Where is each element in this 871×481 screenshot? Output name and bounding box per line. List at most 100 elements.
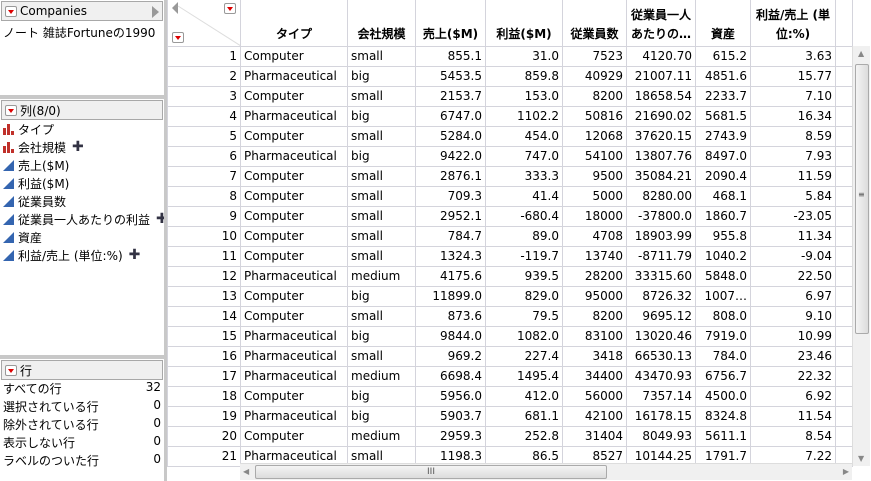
- table-cell[interactable]: 9844.0: [415, 325, 486, 347]
- row-number[interactable]: 13: [167, 285, 241, 307]
- table-cell[interactable]: 31.0: [485, 45, 563, 67]
- table-row[interactable]: 13 Computer big 11899.0 829.0 95000 8726.32 100…: [167, 285, 853, 307]
- table-cell[interactable]: 7.93: [750, 145, 836, 167]
- table-cell[interactable]: 9695.12: [626, 305, 696, 327]
- column-item[interactable]: 売上($M): [3, 156, 69, 174]
- table-cell[interactable]: 5284.0: [415, 125, 486, 147]
- table-cell[interactable]: 681.1: [485, 405, 563, 427]
- table-cell[interactable]: 56000: [562, 385, 627, 407]
- table-row[interactable]: 12 Pharmaceutical medium 4175.6 939.5 28200 33…: [167, 265, 853, 287]
- table-cell[interactable]: 1040.2: [695, 245, 751, 267]
- table-cell[interactable]: 4175.6: [415, 265, 486, 287]
- table-cell[interactable]: 412.0: [485, 385, 563, 407]
- table-cell[interactable]: 12068: [562, 125, 627, 147]
- table-cell[interactable]: 5000: [562, 185, 627, 207]
- table-cell[interactable]: small: [347, 305, 416, 327]
- table-cell[interactable]: 9500: [562, 165, 627, 187]
- table-cell[interactable]: 2233.7: [695, 85, 751, 107]
- table-cell[interactable]: 4120.70: [626, 45, 696, 67]
- table-cell[interactable]: big: [347, 145, 416, 167]
- row-number[interactable]: 12: [167, 265, 241, 287]
- table-cell[interactable]: 41.4: [485, 185, 563, 207]
- table-cell[interactable]: 7.10: [750, 85, 836, 107]
- table-cell[interactable]: 829.0: [485, 285, 563, 307]
- table-menu-dropdown-icon[interactable]: [5, 5, 17, 17]
- table-cell[interactable]: 7919.0: [695, 325, 751, 347]
- table-cell[interactable]: 83100: [562, 325, 627, 347]
- table-cell[interactable]: Computer: [240, 45, 348, 67]
- table-cell[interactable]: small: [347, 225, 416, 247]
- table-cell[interactable]: -23.05: [750, 205, 836, 227]
- table-cell[interactable]: 6.97: [750, 285, 836, 307]
- table-cell[interactable]: big: [347, 65, 416, 87]
- column-header[interactable]: 売上($M): [415, 0, 486, 47]
- table-cell[interactable]: small: [347, 125, 416, 147]
- columns-panel-header[interactable]: 列(8/0): [1, 100, 163, 120]
- row-number[interactable]: 18: [167, 385, 241, 407]
- table-cell[interactable]: 18000: [562, 205, 627, 227]
- row-number[interactable]: 16: [167, 345, 241, 367]
- formula-plus-icon[interactable]: ✚: [72, 139, 84, 155]
- table-row[interactable]: 6 Pharmaceutical big 9422.0 747.0 54100 13807.…: [167, 145, 853, 167]
- table-cell[interactable]: 15.77: [750, 65, 836, 87]
- table-cell[interactable]: 808.0: [695, 305, 751, 327]
- table-cell[interactable]: 454.0: [485, 125, 563, 147]
- table-cell[interactable]: 42100: [562, 405, 627, 427]
- table-cell[interactable]: 8726.32: [626, 285, 696, 307]
- horizontal-scroll-thumb[interactable]: III: [255, 465, 607, 479]
- table-cell[interactable]: 784.0: [695, 345, 751, 367]
- table-cell[interactable]: 10.99: [750, 325, 836, 347]
- table-cell[interactable]: big: [347, 385, 416, 407]
- table-cell[interactable]: 1860.7: [695, 205, 751, 227]
- table-cell[interactable]: 873.6: [415, 305, 486, 327]
- table-row[interactable]: 7 Computer small 2876.1 333.3 9500 35084.21 209…: [167, 165, 853, 187]
- row-number[interactable]: 15: [167, 325, 241, 347]
- vertical-scrollbar[interactable]: ▲ ≡ ▼: [852, 46, 870, 466]
- table-cell[interactable]: Computer: [240, 205, 348, 227]
- rows-panel-header[interactable]: 行: [1, 360, 163, 380]
- row-number[interactable]: 3: [167, 85, 241, 107]
- table-cell[interactable]: 1007…: [695, 285, 751, 307]
- table-cell[interactable]: 6747.0: [415, 105, 486, 127]
- row-number[interactable]: 17: [167, 365, 241, 387]
- table-cell[interactable]: 5.84: [750, 185, 836, 207]
- table-cell[interactable]: 8280.00: [626, 185, 696, 207]
- table-cell[interactable]: Pharmaceutical: [240, 405, 348, 427]
- row-number[interactable]: 10: [167, 225, 241, 247]
- table-cell[interactable]: 5848.0: [695, 265, 751, 287]
- table-row[interactable]: 2 Pharmaceutical big 5453.5 859.8 40929 21007.…: [167, 65, 853, 87]
- table-cell[interactable]: 5956.0: [415, 385, 486, 407]
- table-cell[interactable]: Computer: [240, 305, 348, 327]
- table-cell[interactable]: 66530.13: [626, 345, 696, 367]
- table-cell[interactable]: 13807.76: [626, 145, 696, 167]
- table-row[interactable]: 10 Computer small 784.7 89.0 4708 18903.99 955.…: [167, 225, 853, 247]
- table-cell[interactable]: small: [347, 185, 416, 207]
- table-cell[interactable]: 4500.0: [695, 385, 751, 407]
- table-cell[interactable]: 859.8: [485, 65, 563, 87]
- column-header[interactable]: 会社規模: [347, 0, 416, 47]
- table-row[interactable]: 17 Pharmaceutical medium 6698.4 1495.4 34400 4…: [167, 365, 853, 387]
- table-cell[interactable]: Pharmaceutical: [240, 265, 348, 287]
- scroll-down-icon[interactable]: ▼: [858, 454, 864, 463]
- table-cell[interactable]: Computer: [240, 185, 348, 207]
- table-cell[interactable]: small: [347, 205, 416, 227]
- table-cell[interactable]: 615.2: [695, 45, 751, 67]
- table-cell[interactable]: -9.04: [750, 245, 836, 267]
- table-row[interactable]: 1 Computer small 855.1 31.0 7523 4120.70 615.2 3…: [167, 45, 853, 67]
- table-cell[interactable]: 33315.60: [626, 265, 696, 287]
- table-cell[interactable]: 89.0: [485, 225, 563, 247]
- table-cell[interactable]: 13020.46: [626, 325, 696, 347]
- table-cell[interactable]: 709.3: [415, 185, 486, 207]
- column-header[interactable]: 従業員一人あたりの…: [626, 0, 696, 47]
- table-row[interactable]: 18 Computer big 5956.0 412.0 56000 7357.14 4500…: [167, 385, 853, 407]
- table-row[interactable]: 19 Pharmaceutical big 5903.7 681.1 42100 16178…: [167, 405, 853, 427]
- table-cell[interactable]: Computer: [240, 425, 348, 447]
- table-cell[interactable]: Pharmaceutical: [240, 325, 348, 347]
- table-cell[interactable]: Pharmaceutical: [240, 365, 348, 387]
- table-cell[interactable]: Pharmaceutical: [240, 105, 348, 127]
- table-cell[interactable]: 37620.15: [626, 125, 696, 147]
- table-row[interactable]: 16 Pharmaceutical small 969.2 227.4 3418 66530…: [167, 345, 853, 367]
- table-cell[interactable]: 2090.4: [695, 165, 751, 187]
- table-cell[interactable]: 939.5: [485, 265, 563, 287]
- table-cell[interactable]: 8.59: [750, 125, 836, 147]
